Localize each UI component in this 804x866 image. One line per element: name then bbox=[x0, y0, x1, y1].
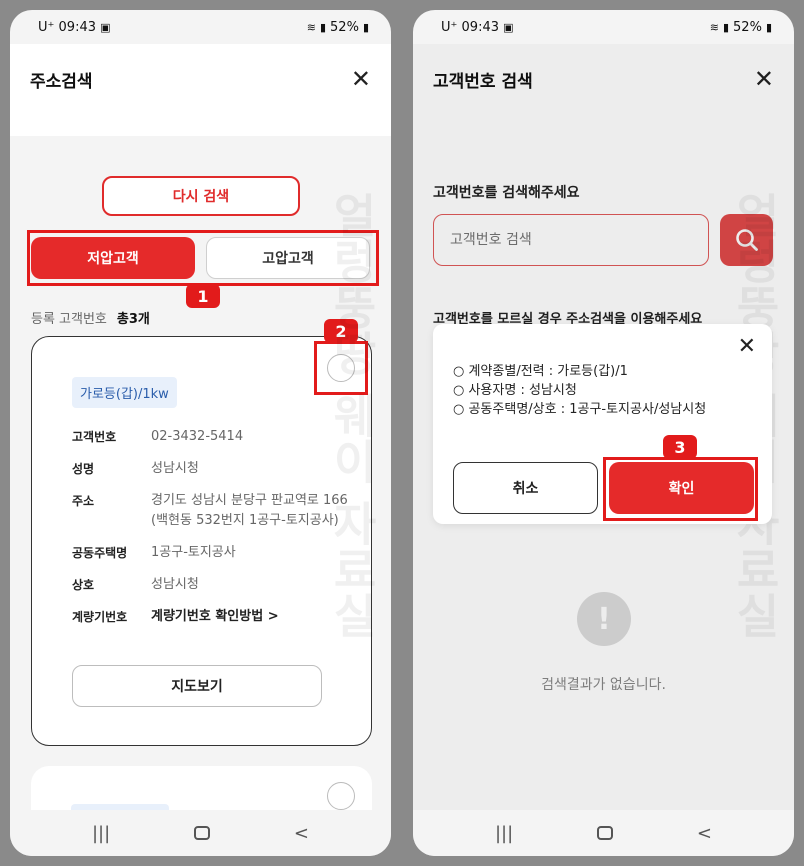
select-radio[interactable] bbox=[327, 354, 355, 382]
close-icon[interactable]: ✕ bbox=[738, 336, 756, 358]
battery-label: 52% bbox=[330, 19, 359, 35]
info-value: 1공구-토지공사 bbox=[151, 545, 236, 560]
info-row-meter-number: 계량기번호 계량기번호 확인방법 > bbox=[72, 607, 362, 627]
gallery-icon: ▣ bbox=[503, 20, 514, 34]
dialog-line-user: ○ 사용자명 : 성남시청 bbox=[453, 383, 577, 398]
right-phone-screen: U⁺ 09:43 ▣ ≋ ▮ 52% ▮ 고객번호 검색 ✕ 고객번호를 검색해… bbox=[413, 10, 794, 856]
tab-high-voltage[interactable]: 고압고객 bbox=[206, 237, 370, 279]
battery-icon: ▮ bbox=[765, 20, 772, 34]
step-badge-1: 1 bbox=[186, 284, 220, 308]
status-bar: U⁺ 09:43 ▣ ≋ ▮ 52% ▮ bbox=[10, 10, 391, 44]
info-label: 상호 bbox=[72, 578, 95, 592]
info-label: 공동주택명 bbox=[72, 546, 128, 560]
customer-info: 고객번호 02-3432-5414 성명 성남시청 주소 경기도 성남시 분당구… bbox=[72, 427, 362, 639]
registered-count: 등록 고객번호 총3개 bbox=[31, 308, 150, 327]
status-right: ≋ ▮ 52% ▮ bbox=[307, 20, 369, 35]
customer-card[interactable]: 가로등(갑)/1kw 고객번호 02-3432-5414 성명 성남시청 주소 … bbox=[31, 336, 372, 746]
meter-number-help-link[interactable]: 계량기번호 확인방법 > bbox=[151, 607, 279, 627]
status-right: ≋ ▮ 52% ▮ bbox=[710, 20, 772, 35]
info-label: 성명 bbox=[72, 462, 95, 476]
back-icon[interactable]: < bbox=[294, 823, 309, 844]
info-value: 경기도 성남시 분당구 판교역로 166 (백현동 532번지 1공구-토지공사… bbox=[151, 493, 348, 528]
highlight-box-confirm bbox=[603, 457, 758, 521]
battery-label: 52% bbox=[733, 19, 762, 35]
info-row-apartment: 공동주택명 1공구-토지공사 bbox=[72, 543, 362, 563]
info-row-name: 성명 성남시청 bbox=[72, 459, 362, 479]
system-nav-bar: ||| < bbox=[413, 810, 794, 856]
battery-icon: ▮ bbox=[362, 20, 369, 34]
info-value: 성남시청 bbox=[151, 461, 199, 476]
page-title: 주소검색 bbox=[30, 71, 93, 92]
search-again-button[interactable]: 다시 검색 bbox=[102, 176, 300, 216]
recent-apps-icon[interactable]: ||| bbox=[495, 823, 513, 844]
cancel-button[interactable]: 취소 bbox=[453, 462, 598, 514]
status-bar: U⁺ 09:43 ▣ ≋ ▮ 52% ▮ bbox=[413, 10, 794, 44]
home-icon[interactable] bbox=[194, 826, 211, 840]
wifi-icon: ≋ bbox=[306, 20, 316, 34]
step-badge-3: 3 bbox=[663, 435, 697, 459]
back-icon[interactable]: < bbox=[697, 823, 712, 844]
system-nav-bar: ||| < bbox=[10, 810, 391, 856]
step-badge-2: 2 bbox=[324, 319, 358, 343]
info-value: 02-3432-5414 bbox=[151, 429, 244, 444]
info-row-customer-number: 고객번호 02-3432-5414 bbox=[72, 427, 362, 447]
status-left: U⁺ 09:43 ▣ bbox=[441, 20, 514, 35]
info-label: 고객번호 bbox=[72, 430, 117, 444]
home-icon[interactable] bbox=[597, 826, 614, 840]
count-value: 총3개 bbox=[116, 312, 150, 327]
wifi-icon: ≋ bbox=[709, 20, 719, 34]
time-label: 09:43 bbox=[58, 19, 96, 35]
view-map-button[interactable]: 지도보기 bbox=[72, 665, 322, 707]
recent-apps-icon[interactable]: ||| bbox=[92, 823, 110, 844]
info-label: 주소 bbox=[72, 494, 95, 508]
count-label: 등록 고객번호 bbox=[31, 312, 107, 327]
info-label: 계량기번호 bbox=[72, 610, 128, 624]
dialog-line-contract: ○ 계약종별/전력 : 가로등(갑)/1 bbox=[453, 364, 628, 379]
status-left: U⁺ 09:43 ▣ bbox=[38, 20, 111, 35]
carrier-label: U⁺ bbox=[441, 19, 458, 35]
time-label: 09:43 bbox=[461, 19, 499, 35]
info-value: 성남시청 bbox=[151, 577, 199, 592]
signal-icon: ▮ bbox=[722, 20, 730, 34]
carrier-label: U⁺ bbox=[38, 19, 55, 35]
close-icon[interactable]: ✕ bbox=[351, 67, 371, 91]
gallery-icon: ▣ bbox=[100, 20, 111, 34]
info-row-business-name: 상호 성남시청 bbox=[72, 575, 362, 595]
signal-icon: ▮ bbox=[319, 20, 327, 34]
tab-low-voltage[interactable]: 저압고객 bbox=[31, 237, 195, 279]
dialog-content: ○ 계약종별/전력 : 가로등(갑)/1 ○ 사용자명 : 성남시청 ○ 공동주… bbox=[453, 362, 753, 419]
select-radio-2[interactable] bbox=[327, 782, 355, 810]
left-phone-screen: U⁺ 09:43 ▣ ≋ ▮ 52% ▮ 주소검색 ✕ 다시 검색 저압고객 고… bbox=[10, 10, 391, 856]
app-bar: 주소검색 ✕ bbox=[10, 44, 391, 114]
dialog-line-apartment: ○ 공동주택명/상호 : 1공구-토지공사/성남시청 bbox=[453, 402, 707, 417]
info-row-address: 주소 경기도 성남시 분당구 판교역로 166 (백현동 532번지 1공구-토… bbox=[72, 491, 362, 531]
contract-tag: 가로등(갑)/1kw bbox=[72, 377, 177, 408]
